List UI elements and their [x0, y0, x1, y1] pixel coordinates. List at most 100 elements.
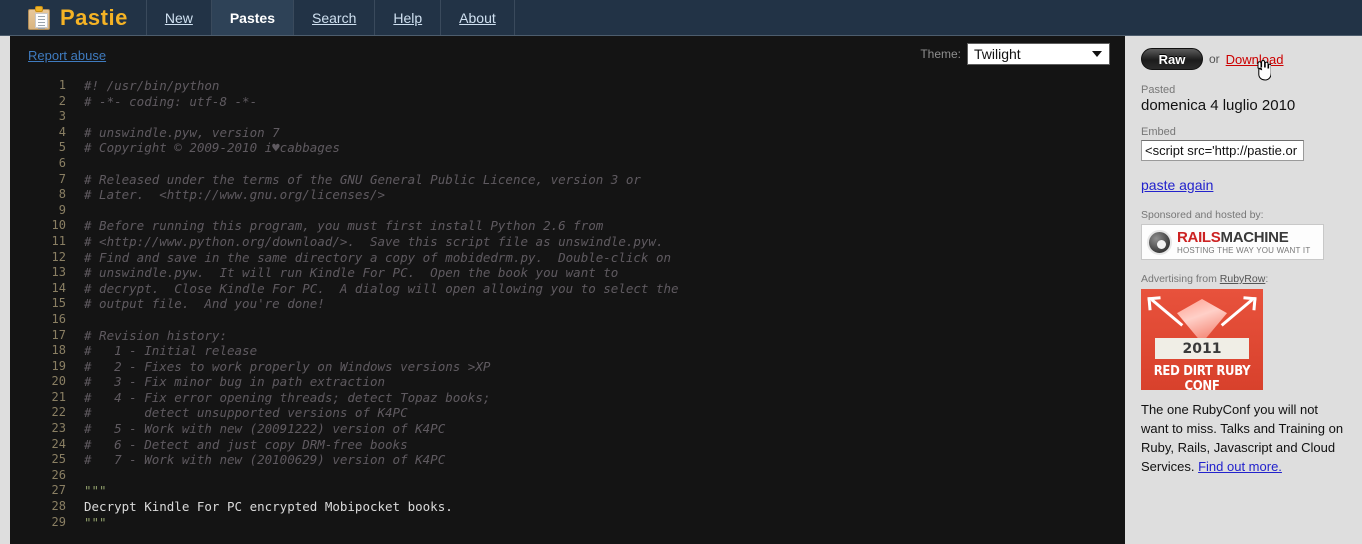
sponsor-tagline: HOSTING THE WAY YOU WANT IT [1177, 245, 1311, 255]
code-line: 19 # 2 - Fixes to work properly on Window… [10, 359, 1125, 375]
code-line: 21 # 4 - Fix error opening threads; detec… [10, 390, 1125, 406]
code-text: # output file. And you're done! [84, 296, 325, 312]
code-text: # 7 - Work with new (20100629) version o… [84, 452, 446, 468]
or-label: or [1209, 52, 1220, 66]
code-text: # 1 - Initial release [84, 343, 258, 359]
report-abuse-link[interactable]: Report abuse [28, 48, 106, 63]
code-text: # 4 - Fix error opening threads; detect … [84, 389, 491, 405]
paste-again-link[interactable]: paste again [1141, 177, 1213, 193]
nav-item-search[interactable]: Search [294, 0, 376, 35]
rails-machine-logo[interactable]: RAILSMACHINE HOSTING THE WAY YOU WANT IT [1141, 224, 1324, 260]
site-header: Pastie New Pastes Search Help About [0, 0, 1362, 36]
line-number: 6 [58, 155, 66, 170]
line-number: 19 [51, 358, 66, 373]
code-text: # decrypt. Close Kindle For PC. A dialog… [84, 280, 679, 296]
code-text: #! /usr/bin/python [84, 78, 220, 93]
line-number: 14 [51, 280, 66, 295]
line-number: 20 [51, 374, 66, 389]
code-text: # 6 - Detect and just copy DRM-free book… [84, 436, 408, 452]
line-number: 29 [51, 514, 66, 529]
code-line: 23 # 5 - Work with new (20091222) version… [10, 421, 1125, 437]
line-number: 2 [58, 93, 66, 108]
gear-icon [1147, 229, 1172, 255]
line-number: 4 [58, 124, 66, 139]
line-number: 28 [51, 499, 66, 514]
line-number: 25 [51, 452, 66, 467]
code-text: # Released under the terms of the GNU Ge… [84, 171, 641, 187]
ruby-gem-icon [1177, 299, 1227, 343]
rubyrow-link[interactable]: RubyRow [1220, 273, 1266, 285]
code-text: """ [84, 483, 107, 499]
code-line: 28 Decrypt Kindle For PC encrypted Mobipo… [10, 499, 1125, 515]
download-link[interactable]: Download [1226, 52, 1284, 67]
code-line: 17 # Revision history: [10, 328, 1125, 344]
nav-item-new[interactable]: New [147, 0, 212, 35]
brand-name: Pastie [60, 4, 128, 30]
code-line: 16 [10, 312, 1125, 328]
advertising-label: Advertising from RubyRow: [1141, 273, 1348, 285]
nav-item-help[interactable]: Help [375, 0, 442, 35]
line-number: 21 [51, 389, 66, 404]
ad-copy: The one RubyConf you will not want to mi… [1141, 400, 1346, 476]
code-text: # unswindle.pyw, version 7 [84, 124, 280, 140]
code-text: # Find and save in the same directory a … [84, 249, 671, 265]
code-line: 29 """ [10, 515, 1125, 531]
line-number: 13 [51, 265, 66, 280]
find-out-more-link[interactable]: Find out more. [1198, 459, 1282, 474]
code-text: # 2 - Fixes to work properly on Windows … [84, 358, 491, 374]
line-number: 27 [51, 483, 66, 498]
code-listing[interactable]: 1 #! /usr/bin/python 2 # -*- coding: utf-8 … [10, 78, 1125, 530]
line-number: 1 [58, 78, 66, 92]
raw-button[interactable]: Raw [1141, 48, 1203, 70]
code-text: # Before running this program, you must … [84, 218, 604, 234]
theme-select[interactable]: Twilight [967, 43, 1110, 65]
embed-label: Embed [1141, 126, 1176, 138]
code-text: # -*- coding: utf-8 -*- [84, 93, 258, 109]
code-line: 14 # decrypt. Close Kindle For PC. A dial… [10, 281, 1125, 297]
code-text: # Later. <http://www.gnu.org/licenses/> [84, 187, 386, 203]
line-number: 22 [51, 405, 66, 420]
code-text: # <http://www.python.org/download/>. Sav… [84, 233, 664, 249]
code-line: 7 # Released under the terms of the GNU G… [10, 172, 1125, 188]
code-text: # Revision history: [84, 327, 227, 343]
code-line: 11 # <http://www.python.org/download/>. S… [10, 234, 1125, 250]
advertising-prefix: Advertising from [1141, 273, 1220, 285]
pasted-date: domenica 4 luglio 2010 [1141, 97, 1296, 114]
code-line: 2 # -*- coding: utf-8 -*- [10, 94, 1125, 110]
code-text: # 5 - Work with new (20091222) version o… [84, 421, 446, 437]
paste-toolbar: Report abuse Theme: Twilight [10, 36, 1125, 78]
line-number: 8 [58, 187, 66, 202]
brand-logo[interactable]: Pastie [0, 0, 147, 35]
line-number: 26 [51, 467, 66, 482]
line-number: 24 [51, 436, 66, 451]
code-text: # Copyright © 2009-2010 i♥cabbages [84, 140, 340, 156]
nav-item-about[interactable]: About [441, 0, 515, 35]
embed-input[interactable]: <script src='http://pastie.or [1141, 140, 1304, 161]
code-text: Decrypt Kindle For PC encrypted Mobipock… [84, 499, 453, 515]
ad-conf-name: RED DIRT RUBY CONF [1153, 364, 1251, 390]
ad-banner-red-dirt-ruby-conf[interactable]: 2011 RED DIRT RUBY CONF [1141, 289, 1263, 390]
advertising-suffix: : [1265, 273, 1269, 285]
code-line: 13 # unswindle.pyw. It will run Kindle Fo… [10, 265, 1125, 281]
code-line: 24 # 6 - Detect and just copy DRM-free bo… [10, 437, 1125, 453]
nav-item-pastes[interactable]: Pastes [211, 0, 294, 35]
line-number: 10 [51, 218, 66, 233]
line-number: 23 [51, 421, 66, 436]
code-line: 9 [10, 203, 1125, 219]
code-line: 3 [10, 109, 1125, 125]
line-number: 12 [51, 249, 66, 264]
code-line: 6 [10, 156, 1125, 172]
clipboard-icon [28, 5, 50, 30]
line-number: 7 [58, 171, 66, 186]
left-gutter [0, 36, 10, 544]
code-line: 12 # Find and save in the same directory … [10, 250, 1125, 266]
line-number: 16 [51, 311, 66, 326]
code-line: 4 # unswindle.pyw, version 7 [10, 125, 1125, 141]
code-line: 8 # Later. <http://www.gnu.org/licenses/> [10, 187, 1125, 203]
code-line: 1 #! /usr/bin/python [10, 78, 1125, 94]
